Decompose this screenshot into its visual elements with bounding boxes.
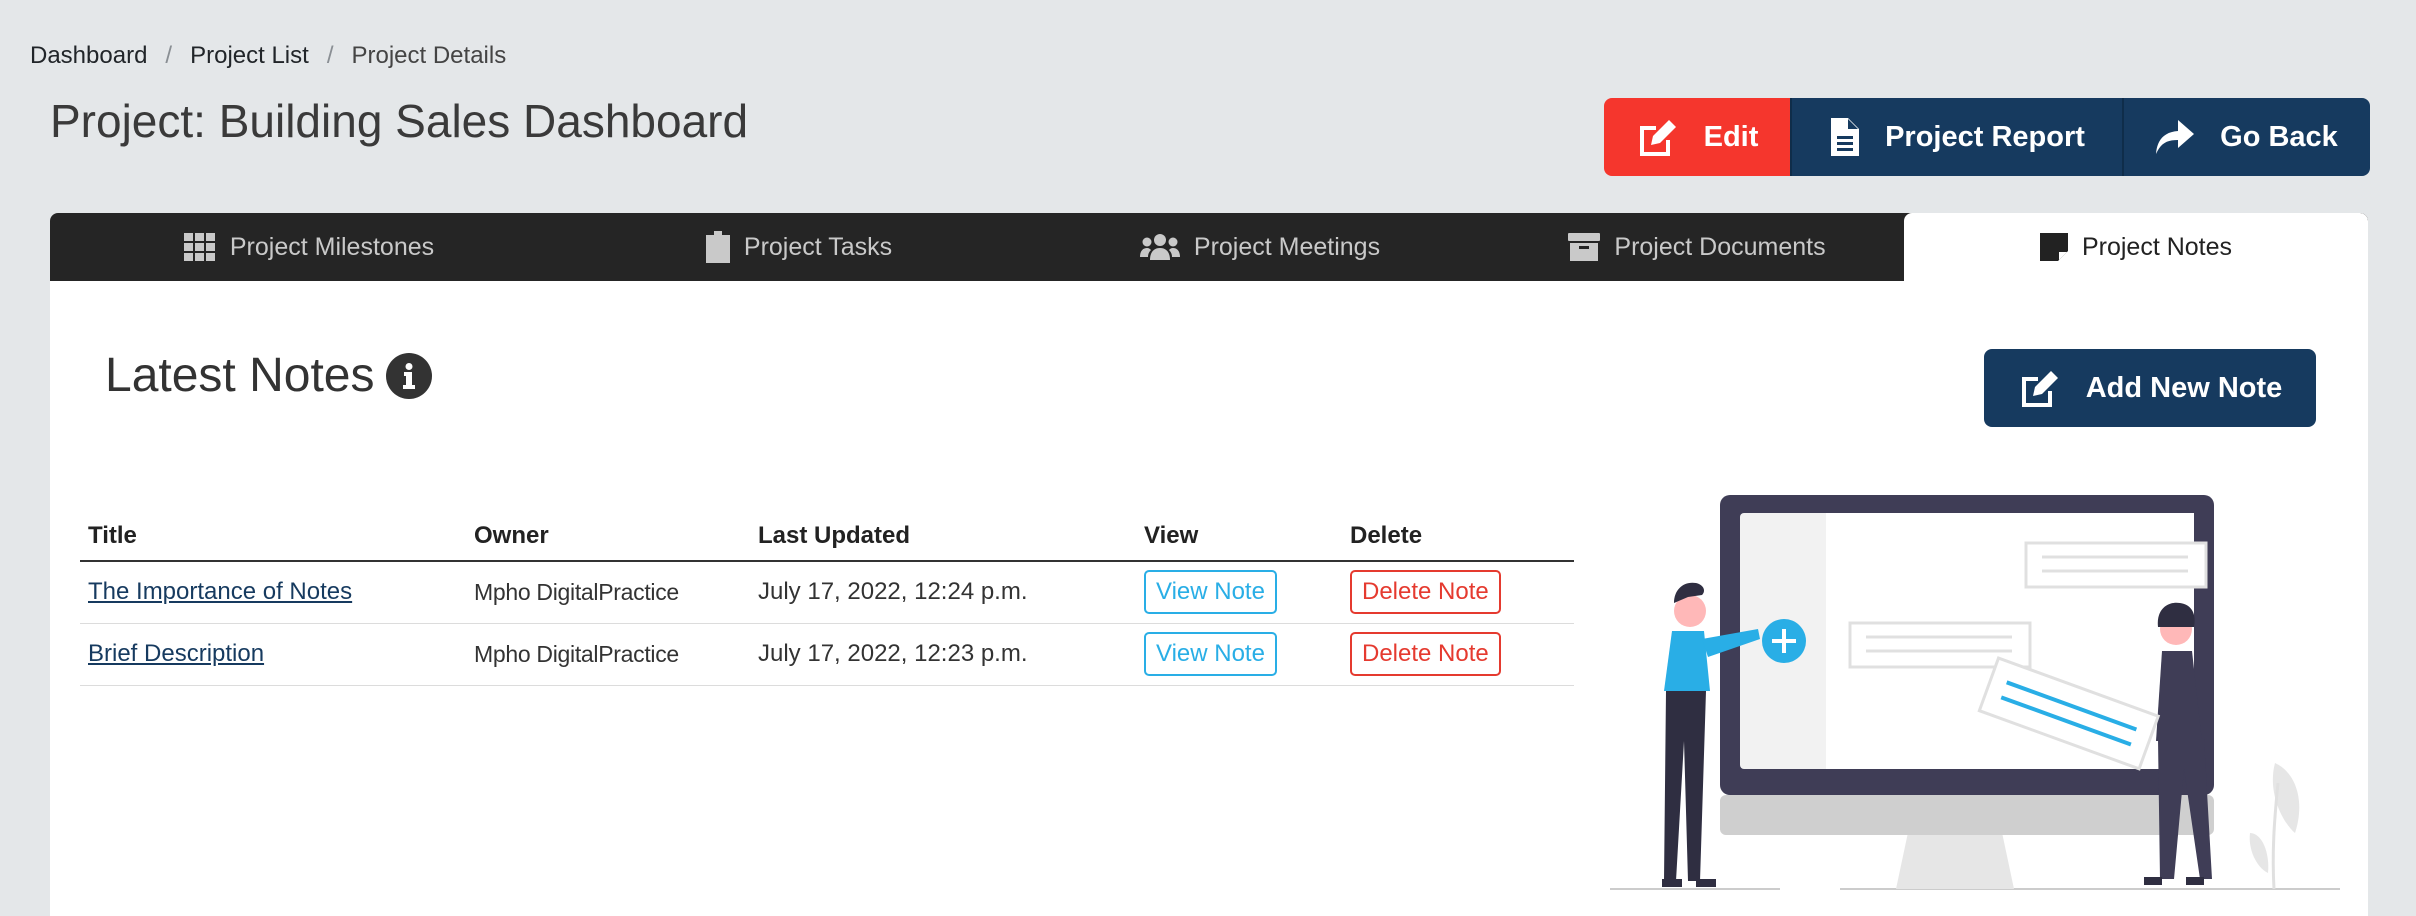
tab-label: Project Notes (2081, 232, 2233, 261)
add-new-note-button[interactable]: Add New Note (1984, 349, 2316, 427)
archive-icon (1568, 233, 1601, 261)
tab-project-milestones[interactable]: Project Milestones (50, 213, 568, 281)
clipboard-icon (705, 231, 730, 263)
breadcrumb-separator: / (165, 42, 173, 69)
note-owner: Mpho DigitalPractice (466, 623, 750, 686)
project-report-label: Project Report (1885, 120, 2085, 153)
tab-bar: Project Milestones Project Tasks Project… (50, 213, 2368, 281)
tab-project-meetings[interactable]: Project Meetings (1030, 213, 1490, 281)
project-report-button[interactable]: Project Report (1790, 98, 2122, 176)
tab-label: Project Milestones (229, 232, 435, 261)
breadcrumb-project-list[interactable]: Project List (190, 42, 309, 70)
column-header-view: View (1136, 499, 1342, 562)
tab-project-notes[interactable]: Project Notes (1904, 213, 2368, 281)
project-card: Project Milestones Project Tasks Project… (50, 213, 2368, 916)
section-title: Latest Notes (105, 349, 375, 402)
breadcrumb-project-details: Project Details (351, 42, 507, 69)
go-back-button[interactable]: Go Back (2122, 98, 2370, 176)
table-header-row: Title Owner Last Updated View Delete (80, 499, 1574, 562)
notes-illustration (1610, 483, 2350, 916)
column-header-owner: Owner (466, 499, 750, 562)
latest-notes-heading: Latest Notes (105, 348, 433, 403)
go-back-label: Go Back (2220, 120, 2338, 153)
sticky-note-icon (2039, 233, 2068, 261)
tab-project-tasks[interactable]: Project Tasks (568, 213, 1030, 281)
users-icon (1139, 233, 1180, 261)
breadcrumb: Dashboard / Project List / Project Detai… (30, 42, 506, 70)
grid-icon (183, 233, 216, 261)
column-header-delete: Delete (1342, 499, 1574, 562)
tab-label: Project Tasks (743, 232, 893, 261)
table-row: Brief Description Mpho DigitalPractice J… (80, 623, 1574, 686)
edit-button[interactable]: Edit (1604, 98, 1790, 176)
view-note-button[interactable]: View Note (1144, 632, 1277, 676)
delete-note-button[interactable]: Delete Note (1350, 632, 1501, 676)
column-header-last-updated: Last Updated (750, 499, 1136, 562)
breadcrumb-separator: / (326, 42, 334, 69)
note-last-updated: July 17, 2022, 12:24 p.m. (750, 561, 1136, 624)
note-last-updated: July 17, 2022, 12:23 p.m. (750, 623, 1136, 686)
delete-note-button[interactable]: Delete Note (1350, 570, 1501, 615)
breadcrumb-dashboard[interactable]: Dashboard (30, 42, 147, 70)
info-icon[interactable] (386, 352, 433, 399)
tab-project-documents[interactable]: Project Documents (1490, 213, 1904, 281)
note-title-link[interactable]: Brief Description (88, 640, 264, 667)
page-title: Project: Building Sales Dashboard (50, 95, 749, 147)
project-actions: Edit Project Report Go Back (1604, 98, 2370, 176)
note-title-link[interactable]: The Importance of Notes (88, 578, 352, 605)
edit-label: Edit (1703, 120, 1759, 153)
add-new-note-label: Add New Note (2085, 371, 2283, 404)
tab-label: Project Meetings (1193, 232, 1381, 261)
column-header-title: Title (80, 499, 466, 562)
edit-icon (2018, 369, 2060, 407)
note-owner: Mpho DigitalPractice (466, 561, 750, 624)
view-note-button[interactable]: View Note (1144, 570, 1277, 615)
share-arrow-icon (2156, 120, 2195, 154)
notes-table: Title Owner Last Updated View Delete The… (80, 499, 1574, 686)
edit-icon (1636, 118, 1678, 156)
table-row: The Importance of Notes Mpho DigitalPrac… (80, 561, 1574, 624)
file-icon (1829, 118, 1860, 156)
tab-label: Project Documents (1614, 232, 1826, 261)
